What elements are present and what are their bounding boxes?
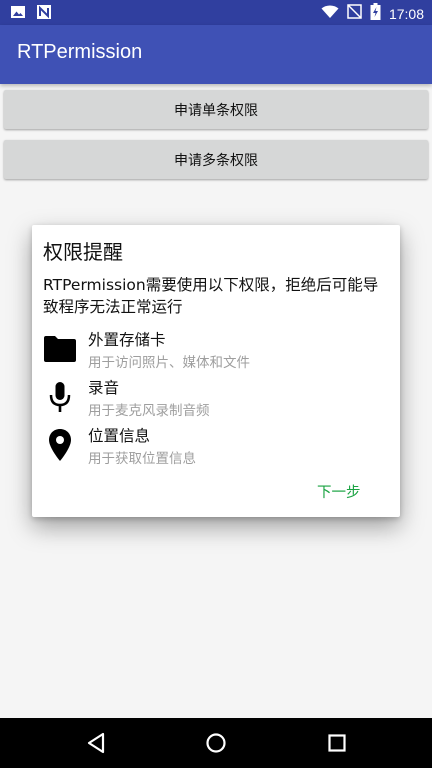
permission-dialog: 权限提醒 RTPermission需要使用以下权限，拒绝后可能导致程序无法正常运… bbox=[32, 225, 400, 517]
next-step-button[interactable]: 下一步 bbox=[317, 481, 361, 502]
app-title: RTPermission bbox=[17, 41, 143, 63]
permission-desc: 用于麦克风录制音频 bbox=[88, 403, 210, 419]
image-icon bbox=[10, 4, 26, 24]
signal-off-icon bbox=[347, 4, 362, 23]
status-bar: 17:08 bbox=[0, 0, 432, 25]
permission-desc: 用于访问照片、媒体和文件 bbox=[88, 355, 250, 371]
dialog-title: 权限提醒 bbox=[43, 240, 123, 264]
location-pin-icon bbox=[43, 428, 77, 462]
permission-name: 位置信息 bbox=[88, 427, 151, 445]
permission-desc: 用于获取位置信息 bbox=[88, 451, 196, 467]
folder-icon bbox=[43, 332, 77, 366]
navigation-bar bbox=[0, 718, 432, 768]
microphone-icon bbox=[43, 380, 77, 414]
app-bar: RTPermission bbox=[0, 25, 432, 84]
battery-charging-icon bbox=[370, 3, 381, 24]
permission-item-microphone: 录音 用于麦克风录制音频 bbox=[43, 376, 383, 420]
permission-item-location: 位置信息 用于获取位置信息 bbox=[43, 424, 383, 468]
request-single-permission-button[interactable]: 申请单条权限 bbox=[4, 90, 428, 129]
status-time: 17:08 bbox=[388, 5, 424, 22]
permission-name: 录音 bbox=[88, 379, 120, 397]
wifi-icon bbox=[321, 4, 339, 23]
permission-name: 外置存储卡 bbox=[88, 331, 166, 349]
n-notification-icon bbox=[36, 4, 52, 24]
back-icon[interactable] bbox=[83, 730, 109, 756]
dialog-message: RTPermission需要使用以下权限，拒绝后可能导致程序无法正常运行 bbox=[43, 276, 379, 316]
recent-apps-icon[interactable] bbox=[324, 730, 350, 756]
permission-item-storage: 外置存储卡 用于访问照片、媒体和文件 bbox=[43, 328, 383, 372]
request-multiple-permissions-button[interactable]: 申请多条权限 bbox=[4, 140, 428, 179]
home-icon[interactable] bbox=[203, 730, 229, 756]
